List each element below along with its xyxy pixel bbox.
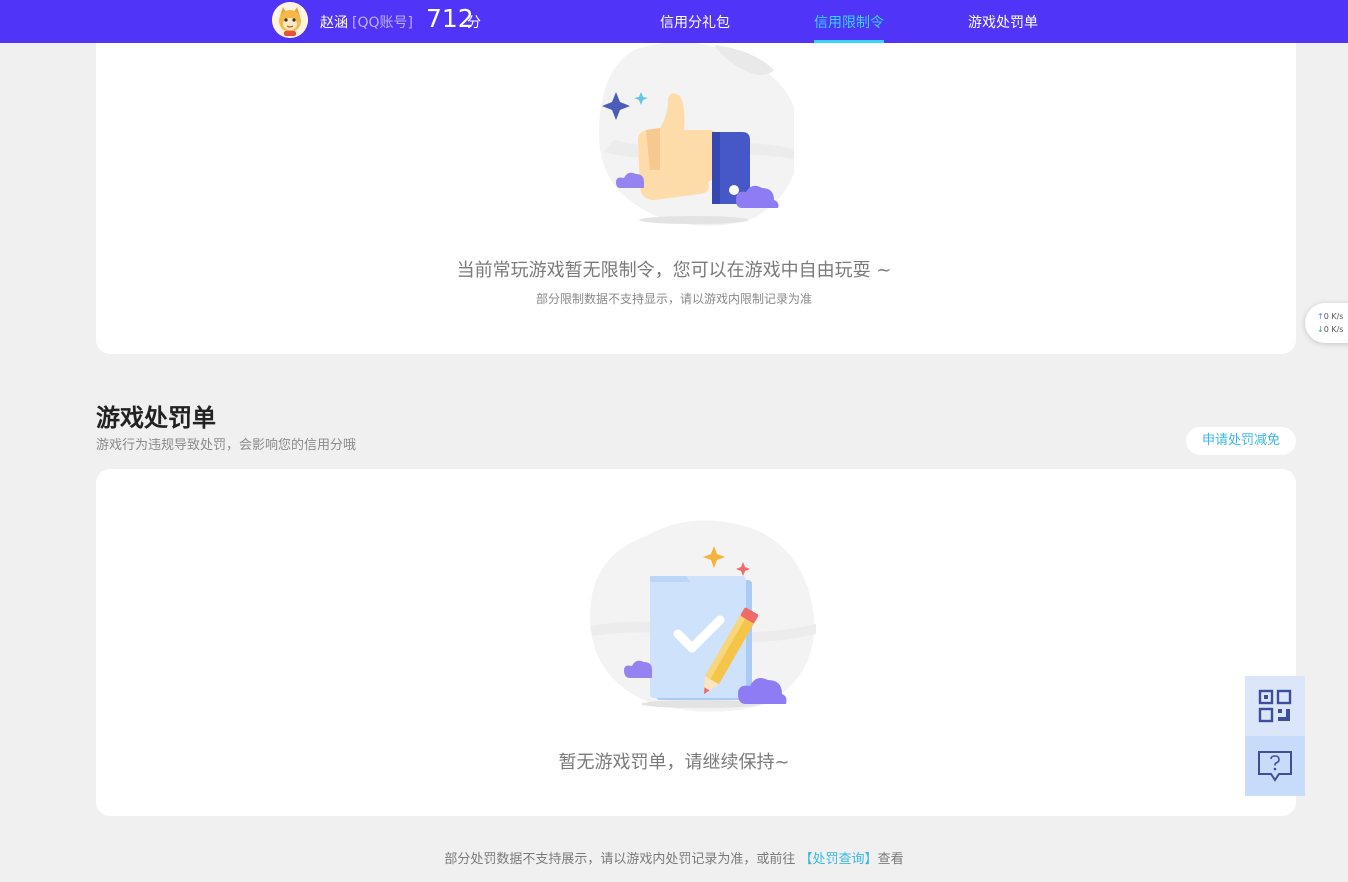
upload-arrow-icon: ↑ <box>1317 312 1324 321</box>
restriction-empty-note: 部分限制数据不支持显示，请以游戏内限制记录为准 <box>535 292 812 306</box>
user-name: 赵涵 <box>320 15 348 31</box>
account-type-label: [QQ账号] <box>352 15 413 31</box>
score-unit: 分 <box>467 15 481 31</box>
tab-credit-restriction[interactable]: 信用限制令 <box>814 12 884 32</box>
footer-note-suffix: 查看 <box>877 852 904 867</box>
upload-speed-value: 0 K/s <box>1323 312 1344 321</box>
thumbs-up-illustration <box>594 40 800 234</box>
upload-speed: ↑0 K/s <box>1317 310 1348 323</box>
restriction-empty-title: 当前常玩游戏暂无限制令，您可以在游戏中自由玩耍 ~ <box>456 260 892 281</box>
download-speed-value: 0 K/s <box>1323 325 1344 334</box>
penalty-section-title: 游戏处罚单 <box>96 404 216 432</box>
apply-penalty-reduction-button[interactable]: 申请处罚减免 <box>1186 427 1296 455</box>
footer-note-text: 部分处罚数据不支持展示，请以游戏内处罚记录为准，或前往 <box>444 852 800 867</box>
tab-game-penalty[interactable]: 游戏处罚单 <box>968 12 1038 32</box>
qr-code-icon <box>1258 689 1292 723</box>
tab-credit-gift[interactable]: 信用分礼包 <box>660 12 730 32</box>
penalty-empty-title: 暂无游戏罚单，请继续保持~ <box>558 752 790 773</box>
qr-code-button[interactable] <box>1245 676 1305 736</box>
footer-note: 部分处罚数据不支持展示，请以游戏内处罚记录为准，或前往 【处罚查询】查看 <box>0 848 1348 867</box>
penalty-query-link[interactable]: 【处罚查询】 <box>800 852 878 867</box>
net-speed-widget[interactable]: ↑0 K/s ↓0 K/s <box>1305 303 1348 343</box>
checklist-pencil-illustration <box>586 516 818 720</box>
download-speed: ↓0 K/s <box>1317 323 1348 336</box>
download-arrow-icon: ↓ <box>1317 325 1324 334</box>
top-nav-bar: 赵涵 [QQ账号] 712 分 信用分礼包 信用限制令 游戏处罚单 <box>0 0 1348 43</box>
penalty-section-description: 游戏行为违规导致处罚，会影响您的信用分哦 <box>96 438 357 453</box>
help-bubble-icon <box>1258 751 1292 782</box>
help-button[interactable] <box>1245 736 1305 796</box>
active-tab-indicator <box>814 40 884 43</box>
avatar[interactable] <box>272 2 308 38</box>
